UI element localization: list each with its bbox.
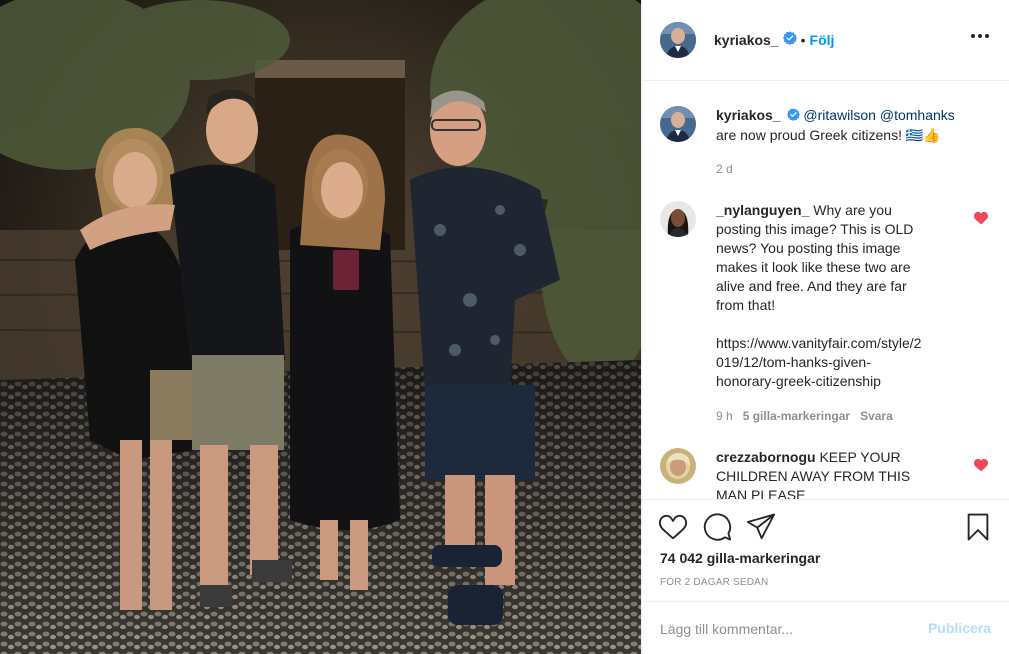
comment-text-line: MAN PLEASE: [716, 487, 806, 499]
small-heart-icon[interactable]: [974, 458, 988, 472]
caption-time[interactable]: 2 d: [716, 162, 733, 176]
commenter-avatar[interactable]: [660, 448, 696, 484]
add-comment-bar: Publicera: [642, 601, 1009, 654]
bookmark-icon[interactable]: [963, 512, 993, 542]
comment-likes-count[interactable]: 5 gilla-markeringar: [743, 409, 850, 423]
comment-username[interactable]: _nylanguyen_: [716, 202, 809, 218]
mention-tomhanks[interactable]: @tomhanks: [880, 107, 955, 123]
publish-button[interactable]: Publicera: [928, 620, 991, 636]
comment-text-line: posting this image? This is OLD: [716, 221, 914, 237]
commenter-avatar[interactable]: [660, 201, 696, 237]
post-photo-image: [0, 0, 641, 654]
likes-count[interactable]: 74 042 gilla-markeringar: [660, 550, 820, 566]
comment-input[interactable]: [660, 602, 910, 654]
mention-ritawilson[interactable]: @ritawilson: [803, 107, 876, 123]
post-header: kyriakos_ • Följ: [642, 0, 1009, 81]
comment-text-line: Why are you: [813, 202, 892, 218]
author-username[interactable]: kyriakos_: [714, 32, 779, 48]
comment-link-line: https://www.vanityfair.com/style/2: [716, 335, 922, 351]
post-actions: 74 042 gilla-markeringar FÖR 2 DAGAR SED…: [642, 499, 1009, 601]
comment-icon[interactable]: [702, 512, 732, 542]
likes-number: 74 042: [660, 550, 703, 566]
header-separator: •: [800, 32, 806, 48]
comment-username[interactable]: crezzabornogu: [716, 449, 816, 465]
caption-avatar[interactable]: [660, 106, 696, 142]
comment-text-line: CHILDREN AWAY FROM THIS: [716, 468, 911, 484]
comment-link-line: honorary-greek-citizenship: [716, 373, 881, 389]
comments-section[interactable]: kyriakos_ @ritawilson @tomhanks are now …: [642, 81, 1009, 499]
comment-text-line: KEEP YOUR: [819, 449, 901, 465]
post-date[interactable]: FÖR 2 DAGAR SEDAN: [660, 577, 768, 588]
verified-badge-icon: [786, 107, 800, 126]
follow-button[interactable]: Följ: [810, 32, 835, 48]
verified-badge-icon: [782, 30, 797, 50]
post-side-panel: kyriakos_ • Följ kyriakos_ @ritawilson @…: [641, 0, 1009, 654]
more-options-icon[interactable]: [967, 30, 993, 42]
comment-meta: 9 h 5 gilla-markeringar Svara: [716, 409, 893, 423]
likes-label: gilla-markeringar: [706, 550, 821, 566]
comment-link-line: 019/12/tom-hanks-given-: [716, 354, 871, 370]
caption-username[interactable]: kyriakos_: [716, 107, 781, 123]
comment-text-line: makes it look like these two are: [716, 259, 911, 275]
comment-time[interactable]: 9 h: [716, 409, 733, 423]
small-heart-icon[interactable]: [974, 211, 988, 225]
share-icon[interactable]: [746, 512, 776, 542]
comment-text-line: from that!: [716, 297, 776, 313]
comment-text-line: alive and free. And they are far: [716, 278, 907, 294]
post-photo[interactable]: [0, 0, 641, 654]
comment-text-line: news? You posting this image: [716, 240, 901, 256]
reply-button[interactable]: Svara: [860, 409, 893, 423]
heart-icon[interactable]: [658, 512, 688, 542]
author-avatar[interactable]: [660, 22, 696, 58]
caption-text: are now proud Greek citizens! 🇬🇷👍: [716, 126, 941, 143]
